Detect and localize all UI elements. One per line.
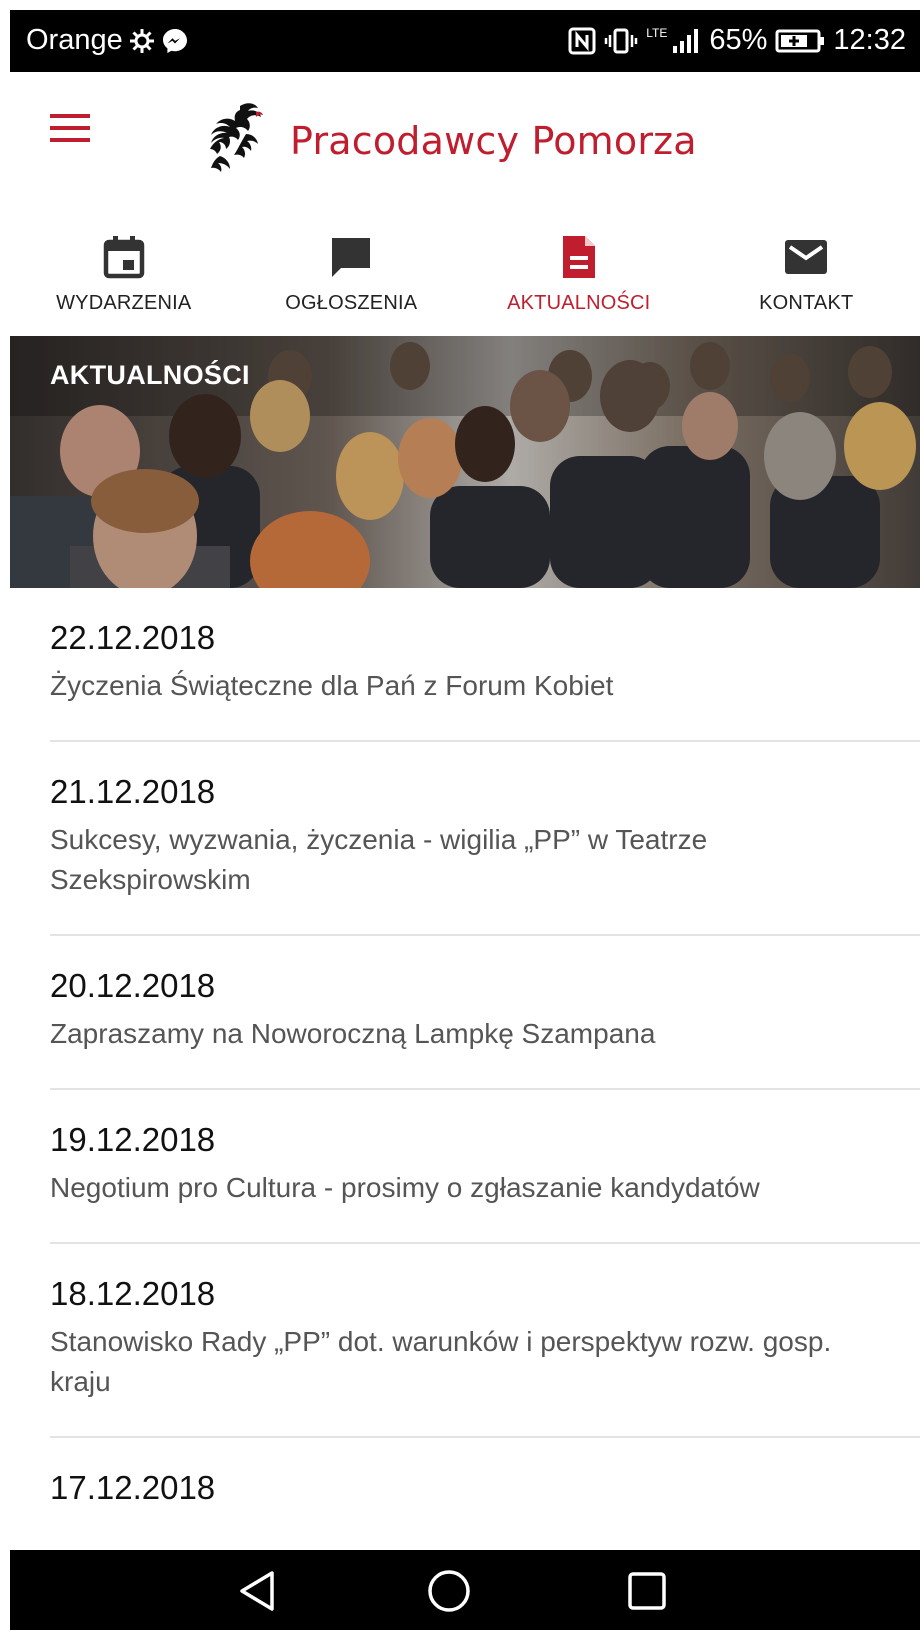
document-icon (556, 234, 602, 280)
news-title: Stanowisko Rady „PP” dot. warunków i per… (50, 1326, 832, 1397)
news-list: 22.12.2018 Życzenia Świąteczne dla Pań z… (10, 588, 920, 1550)
status-indicators: LTE 65% 12:32 (568, 24, 906, 57)
news-title: Negotium pro Cultura - prosimy o zgłasza… (50, 1172, 760, 1203)
vibrate-icon (604, 27, 638, 55)
app-screen: Orange LTE 65% 12:32 Pracodawcy Pomorza … (10, 10, 920, 1630)
hero-title: AKTUALNOŚCI (50, 360, 250, 390)
tab-kontakt[interactable]: KONTAKT (693, 218, 920, 346)
chat-bubble-icon (328, 234, 374, 280)
hamburger-menu-button[interactable] (46, 110, 92, 150)
back-triangle-icon (240, 1571, 274, 1611)
news-date: 19.12.2018 (50, 1121, 216, 1158)
tab-ogloszenia[interactable]: OGŁOSZENIA (238, 218, 466, 346)
griffin-logo-icon (206, 100, 276, 181)
news-item[interactable]: 17.12.2018 (50, 1438, 920, 1550)
network-type-label: LTE (646, 25, 668, 40)
tab-aktualnosci[interactable]: AKTUALNOŚCI (465, 218, 693, 346)
tab-bar: WYDARZENIA OGŁOSZENIA AKTUALNOŚCI KONTAK… (10, 218, 920, 346)
tab-label: OGŁOSZENIA (285, 292, 418, 314)
home-button[interactable] (426, 1568, 472, 1614)
news-title: Życzenia Świąteczne dla Pań z Forum Kobi… (50, 670, 614, 701)
battery-icon (775, 27, 825, 55)
tab-label: AKTUALNOŚCI (507, 292, 651, 314)
news-item[interactable]: 20.12.2018 Zapraszamy na Noworoczną Lamp… (50, 936, 920, 1090)
status-carrier: Orange (26, 24, 189, 57)
tab-label: KONTAKT (759, 292, 854, 314)
news-title: Zapraszamy na Noworoczną Lampkę Szampana (50, 1018, 656, 1049)
gear-notification-icon (129, 28, 155, 54)
news-item[interactable]: 21.12.2018 Sukcesy, wyzwania, życzenia -… (50, 742, 920, 936)
signal-icon (671, 27, 701, 55)
envelope-icon (783, 234, 829, 280)
tab-label: WYDARZENIA (56, 292, 192, 314)
news-date: 18.12.2018 (50, 1275, 216, 1312)
recents-button[interactable] (624, 1568, 670, 1614)
news-title: Sukcesy, wyzwania, życzenia - wigilia „P… (50, 824, 708, 895)
messenger-icon (161, 27, 189, 55)
hero-banner: AKTUALNOŚCI (10, 336, 920, 588)
news-item[interactable]: 19.12.2018 Negotium pro Cultura - prosim… (50, 1090, 920, 1244)
brand-name: Pracodawcy Pomorza (290, 118, 697, 163)
news-date: 17.12.2018 (50, 1469, 216, 1506)
battery-percent: 65% (709, 24, 768, 56)
clock: 12:32 (833, 24, 906, 56)
news-date: 22.12.2018 (50, 619, 216, 656)
home-circle-icon (428, 1570, 470, 1612)
back-button[interactable] (234, 1568, 280, 1614)
recents-square-icon (628, 1572, 666, 1610)
status-bar: Orange LTE 65% 12:32 (10, 10, 920, 72)
news-item[interactable]: 22.12.2018 Życzenia Świąteczne dla Pań z… (50, 588, 920, 742)
brand-logo: Pracodawcy Pomorza (206, 100, 697, 181)
news-item[interactable]: 18.12.2018 Stanowisko Rady „PP” dot. war… (50, 1244, 920, 1438)
news-date: 20.12.2018 (50, 967, 216, 1004)
calendar-icon (101, 234, 147, 280)
app-header: Pracodawcy Pomorza (10, 72, 920, 212)
tab-wydarzenia[interactable]: WYDARZENIA (10, 218, 238, 346)
nfc-icon (568, 27, 596, 55)
news-date: 21.12.2018 (50, 773, 216, 810)
system-nav-bar (10, 1550, 920, 1630)
carrier-label: Orange (26, 24, 123, 56)
